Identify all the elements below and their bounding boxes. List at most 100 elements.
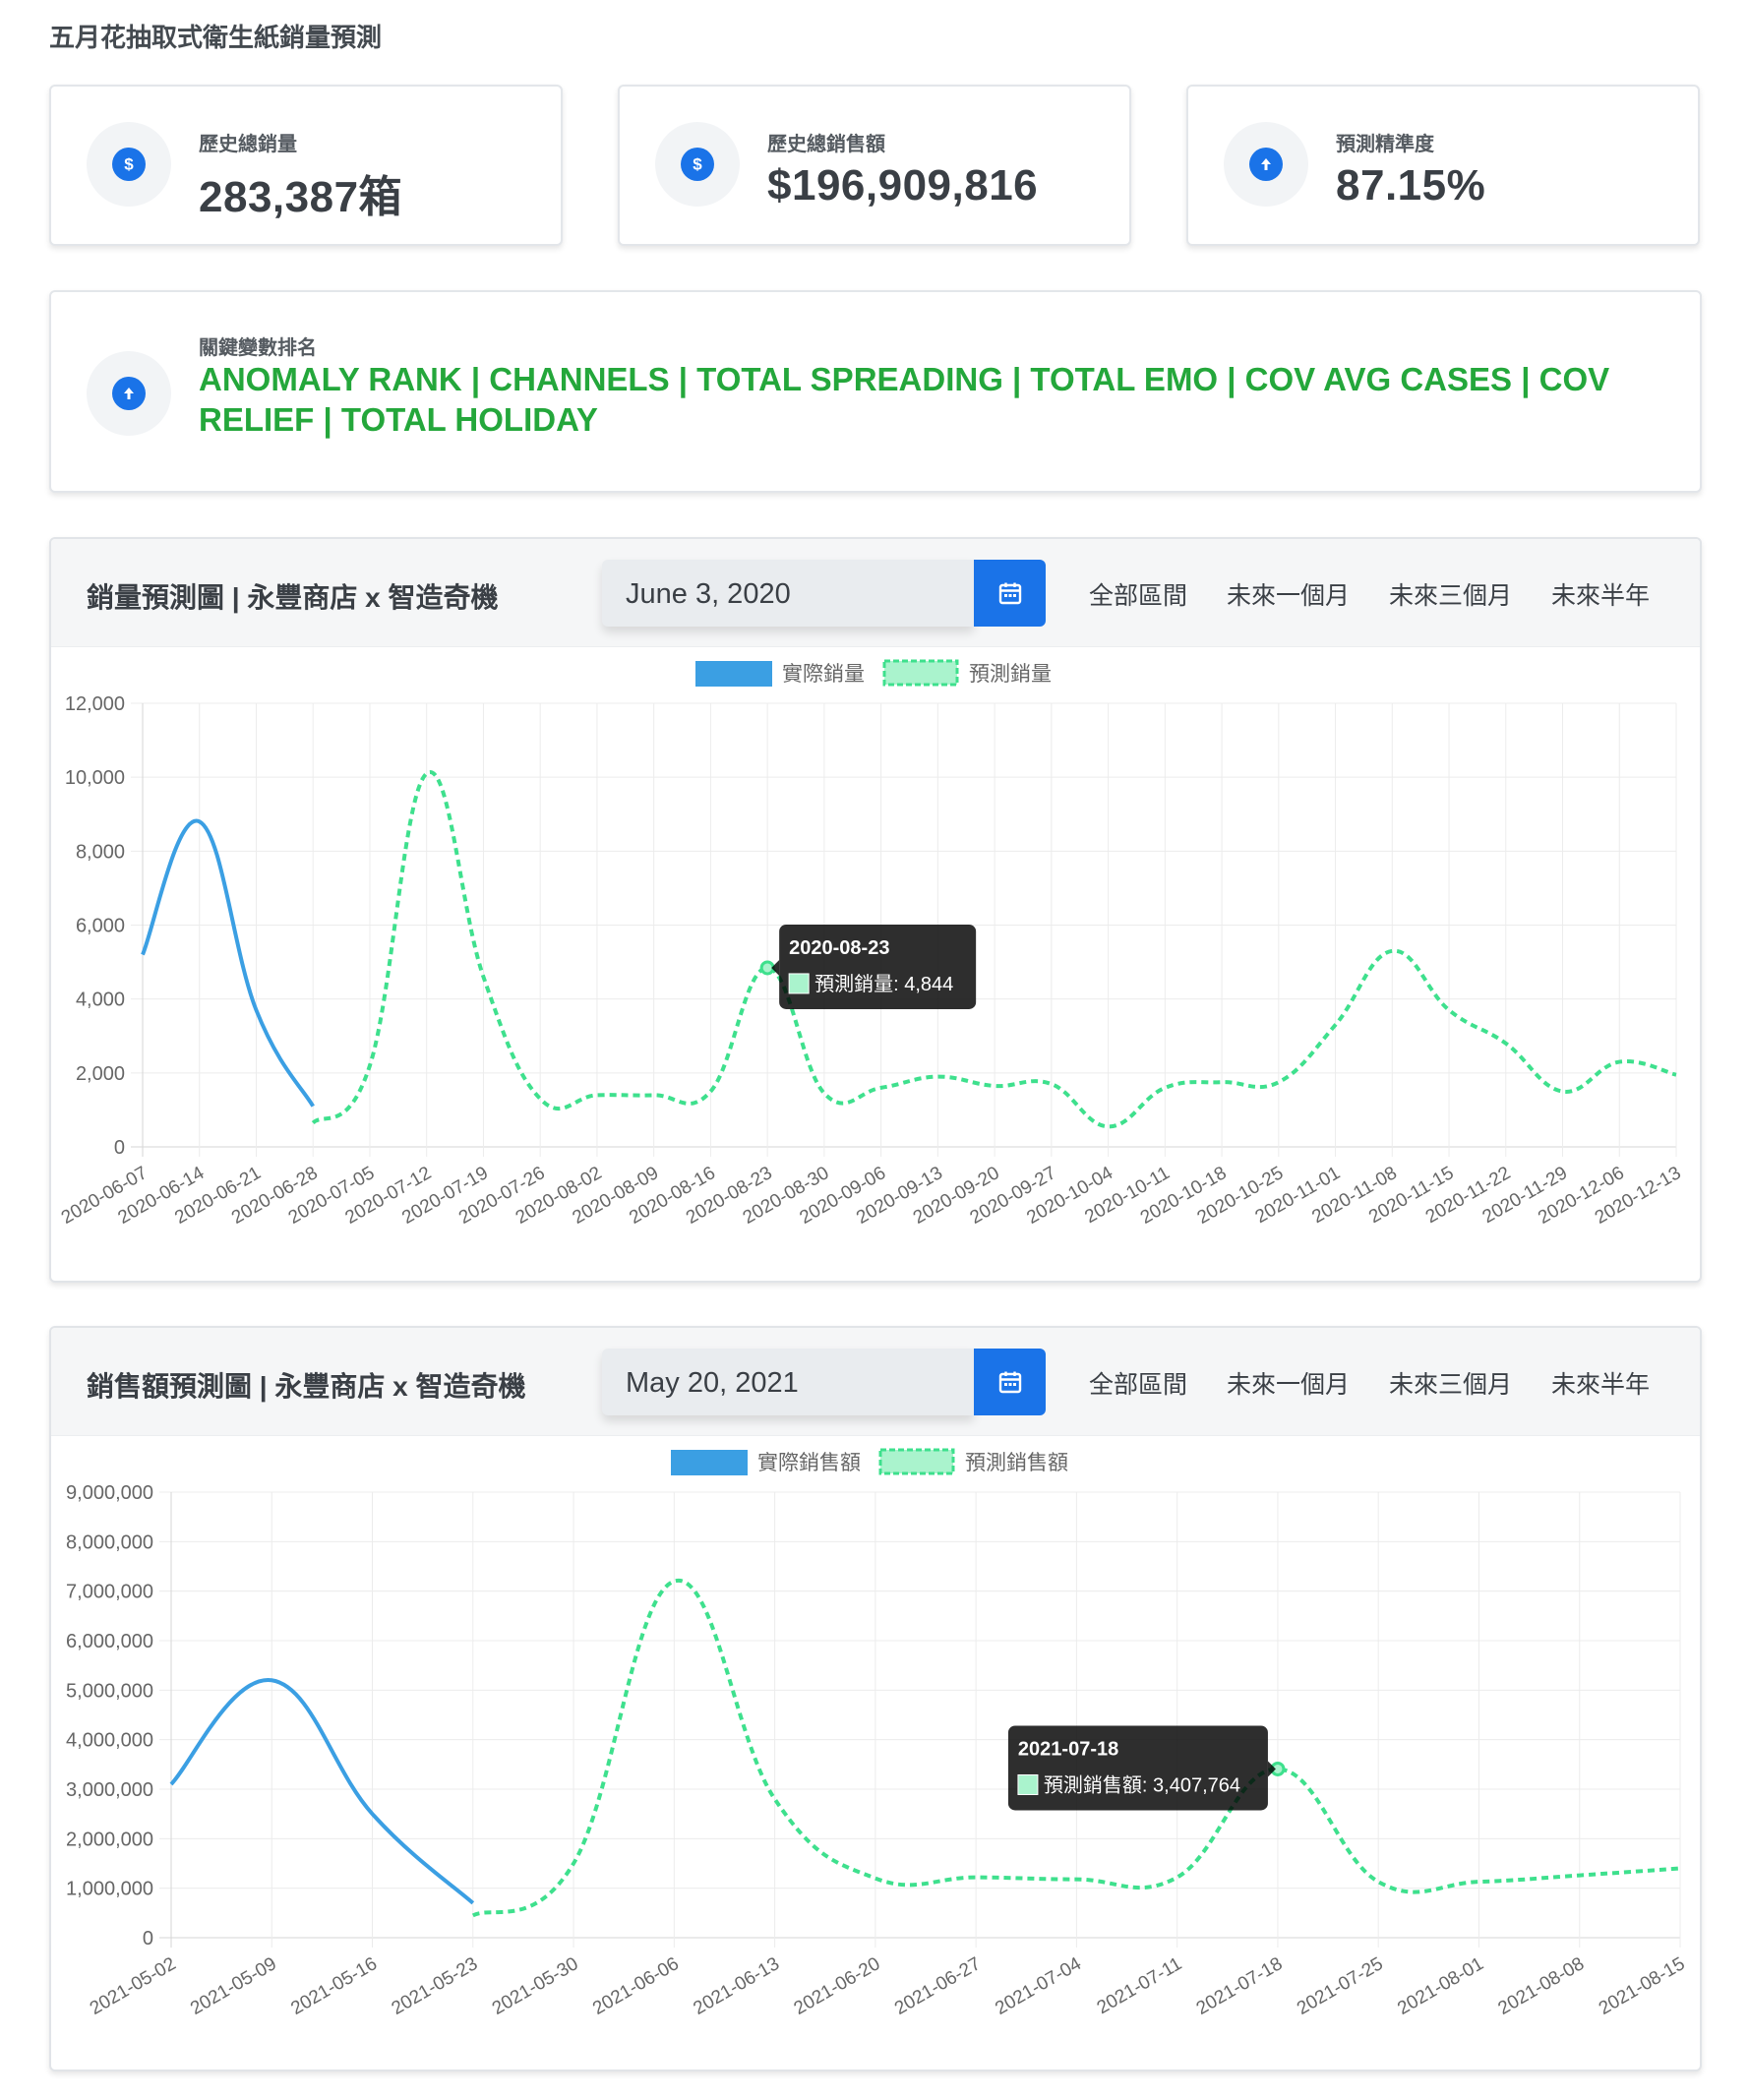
tooltip-swatch bbox=[788, 973, 810, 994]
range-all-button[interactable]: 全部區間 bbox=[1089, 1365, 1187, 1401]
chart-header: 銷售額預測圖 | 永豐商店 x 智造奇機 May 20, 2021 全部區間 未… bbox=[51, 1328, 1700, 1436]
kpi-label: 歷史總銷售額 bbox=[767, 134, 885, 155]
x-tick-label: 2021-08-08 bbox=[1495, 1953, 1589, 2019]
page-title: 五月花抽取式衛生紙銷量預測 bbox=[49, 23, 383, 52]
y-tick-label: 6,000 bbox=[76, 916, 125, 937]
arrow-up-icon-wrap bbox=[87, 351, 171, 436]
date-value: May 20, 2021 bbox=[626, 1367, 799, 1399]
x-tick-label: 2021-07-25 bbox=[1294, 1953, 1387, 2019]
y-tick-label: 4,000 bbox=[76, 990, 125, 1011]
revenue-line-chart: 實際銷售額 預測銷售額 0 1,000,000 2,000,000 3,000,000 4,… bbox=[66, 1448, 1689, 2019]
x-tick-label: 2021-06-27 bbox=[891, 1953, 985, 2019]
chart-legend: 實際銷售額 預測銷售額 bbox=[671, 1448, 1068, 1475]
kpi-label: 預測精準度 bbox=[1336, 134, 1434, 155]
tooltip: 2020-08-23 預測銷量: 4,844 bbox=[771, 924, 977, 1009]
chart-title: 銷售額預測圖 | 永豐商店 x 智造奇機 bbox=[87, 1371, 526, 1402]
kpi-value: $196,909,816 bbox=[767, 161, 1039, 210]
tooltip-value: 預測銷售額: 3,407,764 bbox=[1044, 1773, 1240, 1796]
kpi-card-total-revenue: $ 歷史總銷售額 $196,909,816 bbox=[618, 85, 1131, 246]
tooltip: 2021-07-18 預測銷售額: 3,407,764 bbox=[1007, 1725, 1276, 1811]
legend-label-actual: 實際銷量 bbox=[782, 663, 865, 686]
calendar-icon bbox=[998, 582, 1021, 605]
y-tick-label: 5,000,000 bbox=[66, 1680, 153, 1702]
legend-swatch-actual bbox=[671, 1450, 748, 1475]
x-tick-label: 2021-08-15 bbox=[1596, 1953, 1689, 2019]
sales-line-chart: 實際銷量 預測銷量 0 2,000 4,000 6,000 8,000 10,000 12,00… bbox=[58, 659, 1685, 1229]
y-tick-label: 12,000 bbox=[65, 693, 125, 715]
dollar-icon: $ bbox=[112, 148, 146, 181]
tooltip-date: 2021-07-18 bbox=[1018, 1738, 1118, 1760]
tooltip-swatch bbox=[1017, 1773, 1039, 1795]
y-tick-label: 3,000,000 bbox=[66, 1779, 153, 1801]
x-tick-label: 2021-06-06 bbox=[589, 1953, 683, 2019]
y-tick-label: 0 bbox=[143, 1928, 153, 1950]
x-tick-label: 2021-05-30 bbox=[489, 1953, 582, 2019]
calendar-icon bbox=[998, 1371, 1021, 1394]
x-tick-label: 2021-06-13 bbox=[690, 1953, 783, 2019]
ranking-label: 關鍵變數排名 bbox=[199, 337, 317, 359]
date-input[interactable]: May 20, 2021 bbox=[602, 1349, 974, 1415]
y-tick-label: 0 bbox=[114, 1137, 125, 1159]
range-all-button[interactable]: 全部區間 bbox=[1089, 576, 1187, 612]
y-tick-label: 1,000,000 bbox=[66, 1879, 153, 1900]
y-tick-label: 2,000,000 bbox=[66, 1829, 153, 1850]
y-tick-label: 8,000,000 bbox=[66, 1531, 153, 1553]
x-tick-label: 2021-07-11 bbox=[1094, 1953, 1185, 2018]
series-line-actual bbox=[141, 818, 315, 1108]
range-6-months-button[interactable]: 未來半年 bbox=[1551, 1365, 1650, 1401]
legend-label-forecast: 預測銷量 bbox=[969, 663, 1052, 686]
legend-swatch-actual bbox=[695, 661, 772, 687]
tooltip-date: 2020-08-23 bbox=[789, 937, 889, 959]
x-tick-label: 2021-05-09 bbox=[187, 1953, 280, 2019]
sales-forecast-chart-card: 銷量預測圖 | 永豐商店 x 智造奇機 June 3, 2020 全部區間 未來… bbox=[49, 537, 1702, 1283]
dollar-icon-wrap: $ bbox=[655, 122, 740, 207]
range-6-months-button[interactable]: 未來半年 bbox=[1551, 576, 1650, 612]
y-tick-label: 2,000 bbox=[76, 1063, 125, 1085]
range-3-months-button[interactable]: 未來三個月 bbox=[1389, 1365, 1512, 1401]
x-tick-label: 2021-07-04 bbox=[992, 1953, 1085, 2019]
chart-legend: 實際銷量 預測銷量 bbox=[695, 659, 1052, 687]
x-tick-label: 2021-07-18 bbox=[1193, 1953, 1287, 2019]
x-tick-label: 2021-05-16 bbox=[287, 1953, 381, 2019]
arrow-up-icon-wrap bbox=[1224, 122, 1308, 207]
svg-text:$: $ bbox=[693, 155, 702, 174]
y-tick-label: 10,000 bbox=[65, 767, 125, 789]
dollar-icon: $ bbox=[681, 148, 714, 181]
y-tick-label: 6,000,000 bbox=[66, 1631, 153, 1652]
legend-label-actual: 實際銷售額 bbox=[757, 1452, 861, 1474]
series-line-actual bbox=[169, 1678, 475, 1905]
range-3-months-button[interactable]: 未來三個月 bbox=[1389, 576, 1512, 612]
chart-header: 銷量預測圖 | 永豐商店 x 智造奇機 June 3, 2020 全部區間 未來… bbox=[51, 539, 1700, 647]
x-tick-label: 2021-08-01 bbox=[1394, 1953, 1487, 2019]
x-tick-label: 2021-06-20 bbox=[791, 1953, 884, 2019]
kpi-card-accuracy: 預測精準度 87.15% bbox=[1186, 85, 1700, 246]
arrow-up-icon bbox=[112, 377, 146, 410]
kpi-value: 283,387箱 bbox=[199, 173, 403, 221]
range-1-month-button[interactable]: 未來一個月 bbox=[1227, 576, 1350, 612]
calendar-button[interactable] bbox=[974, 1349, 1046, 1415]
kpi-card-total-volume: $ 歷史總銷量 283,387箱 bbox=[49, 85, 563, 246]
y-tick-label: 4,000,000 bbox=[66, 1730, 153, 1752]
tooltip-arrow bbox=[771, 959, 780, 976]
svg-text:$: $ bbox=[124, 155, 134, 174]
kpi-label: 歷史總銷量 bbox=[199, 134, 297, 155]
legend-label-forecast: 預測銷售額 bbox=[965, 1452, 1068, 1474]
date-value: June 3, 2020 bbox=[626, 578, 791, 610]
y-tick-label: 7,000,000 bbox=[66, 1582, 153, 1603]
variable-ranking-card: 關鍵變數排名 ANOMALY RANK | CHANNELS | TOTAL S… bbox=[49, 290, 1702, 493]
y-tick-label: 8,000 bbox=[76, 841, 125, 863]
kpi-value: 87.15% bbox=[1336, 161, 1486, 210]
arrow-up-icon bbox=[1249, 148, 1283, 181]
ranking-text: ANOMALY RANK | CHANNELS | TOTAL SPREADIN… bbox=[199, 361, 1610, 438]
range-1-month-button[interactable]: 未來一個月 bbox=[1227, 1365, 1350, 1401]
revenue-forecast-chart-card: 銷售額預測圖 | 永豐商店 x 智造奇機 May 20, 2021 全部區間 未… bbox=[49, 1326, 1702, 2071]
x-tick-label: 2021-05-02 bbox=[87, 1953, 180, 2019]
dollar-icon-wrap: $ bbox=[87, 122, 171, 207]
chart-title: 銷量預測圖 | 永豐商店 x 智造奇機 bbox=[87, 582, 499, 613]
calendar-button[interactable] bbox=[974, 560, 1046, 627]
tooltip-value: 預測銷量: 4,844 bbox=[814, 973, 953, 995]
date-input[interactable]: June 3, 2020 bbox=[602, 560, 974, 627]
legend-swatch-forecast bbox=[882, 659, 959, 687]
y-tick-label: 9,000,000 bbox=[66, 1482, 153, 1504]
legend-swatch-forecast bbox=[878, 1448, 955, 1475]
